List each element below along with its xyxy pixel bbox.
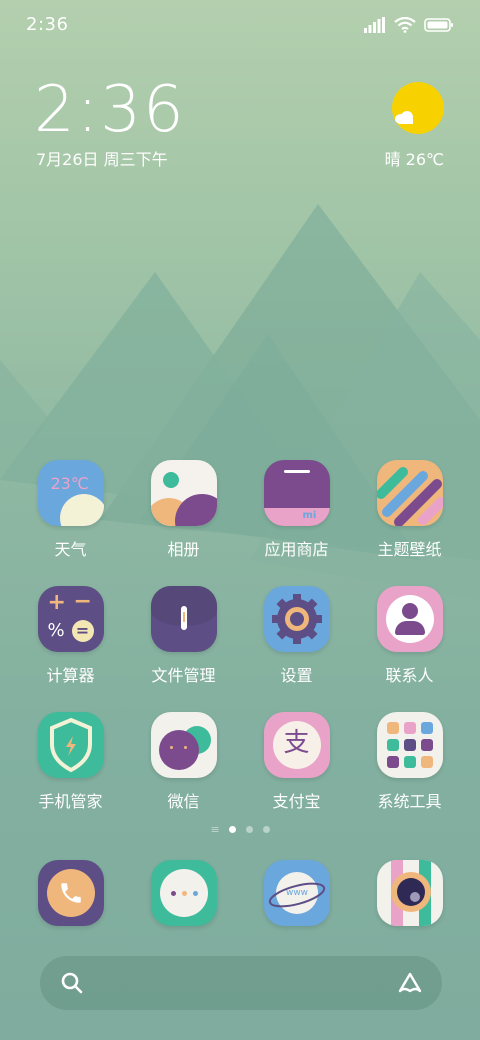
search-bar[interactable] xyxy=(40,956,442,1010)
app-contacts[interactable]: 联系人 xyxy=(353,586,466,686)
app-wechat[interactable]: 微信 xyxy=(127,712,240,812)
cloud-icon xyxy=(395,111,413,124)
wechat-app-icon xyxy=(150,712,217,778)
app-label: 联系人 xyxy=(385,666,434,685)
page-indicator[interactable]: ≡ xyxy=(0,823,480,836)
weather-text: 晴 26℃ xyxy=(384,150,444,169)
dock-camera[interactable] xyxy=(353,860,466,926)
camera-app-icon xyxy=(376,860,443,926)
app-label: 天气 xyxy=(54,540,87,559)
app-label: 相册 xyxy=(167,540,200,559)
dock-browser[interactable]: www xyxy=(240,860,353,926)
app-themes[interactable]: 主题壁纸 xyxy=(353,460,466,560)
security-shield-icon xyxy=(37,712,104,778)
contacts-app-icon xyxy=(376,586,443,652)
app-gallery[interactable]: 相册 xyxy=(127,460,240,560)
page-dot xyxy=(245,826,253,833)
sun-icon xyxy=(392,82,444,134)
weather-widget[interactable]: 晴 26℃ xyxy=(384,82,444,172)
themes-app-icon xyxy=(376,460,443,526)
app-label: 文件管理 xyxy=(151,666,216,685)
app-settings[interactable]: 设置 xyxy=(240,586,353,686)
app-file-manager[interactable]: 文件管理 xyxy=(127,586,240,686)
app-store[interactable]: mi 应用商店 xyxy=(240,460,353,560)
settings-gear-icon xyxy=(263,586,330,652)
clock-widget-time[interactable]: 2:36 xyxy=(34,78,186,142)
battery-icon xyxy=(424,18,453,32)
system-tools-folder-icon xyxy=(376,712,443,778)
app-label: 计算器 xyxy=(46,666,95,685)
calculator-app-icon: + − % = xyxy=(37,586,104,652)
status-bar: 2:36 xyxy=(0,0,480,48)
alipay-app-icon: 支 xyxy=(263,712,330,778)
dock-phone[interactable] xyxy=(14,860,127,926)
menu-lines-icon: ≡ xyxy=(210,823,220,836)
app-weather[interactable]: 23℃ 天气 xyxy=(14,460,127,560)
app-label: 系统工具 xyxy=(377,792,442,811)
app-label: 设置 xyxy=(280,666,313,685)
signal-icon xyxy=(364,17,385,33)
app-label: 应用商店 xyxy=(264,540,329,559)
page-dot-active xyxy=(228,826,236,833)
weather-app-temp: 23℃ xyxy=(50,474,89,493)
app-label: 主题壁纸 xyxy=(377,540,442,559)
app-label: 支付宝 xyxy=(272,792,321,811)
app-label: 手机管家 xyxy=(38,792,103,811)
app-store-icon: mi xyxy=(263,460,330,526)
messages-app-icon xyxy=(150,860,217,926)
app-calculator[interactable]: + − % = 计算器 xyxy=(14,586,127,686)
browser-app-icon: www xyxy=(263,860,330,926)
page-dot xyxy=(262,826,270,833)
svg-text:www: www xyxy=(285,888,307,898)
app-alipay[interactable]: 支 支付宝 xyxy=(240,712,353,812)
status-time: 2:36 xyxy=(26,14,69,35)
app-label: 微信 xyxy=(167,792,200,811)
status-icons xyxy=(364,14,454,36)
clock-widget-date: 7月26日 周三下午 xyxy=(36,150,168,169)
app-security[interactable]: 手机管家 xyxy=(14,712,127,812)
file-manager-icon xyxy=(150,586,217,652)
assistant-icon[interactable] xyxy=(396,969,424,997)
gallery-app-icon xyxy=(150,460,217,526)
app-system-tools-folder[interactable]: 系统工具 xyxy=(353,712,466,812)
weather-app-icon: 23℃ xyxy=(37,460,104,526)
phone-app-icon xyxy=(37,860,104,926)
wifi-icon xyxy=(394,17,416,33)
search-icon[interactable] xyxy=(60,971,84,995)
dock-messages[interactable] xyxy=(127,860,240,926)
